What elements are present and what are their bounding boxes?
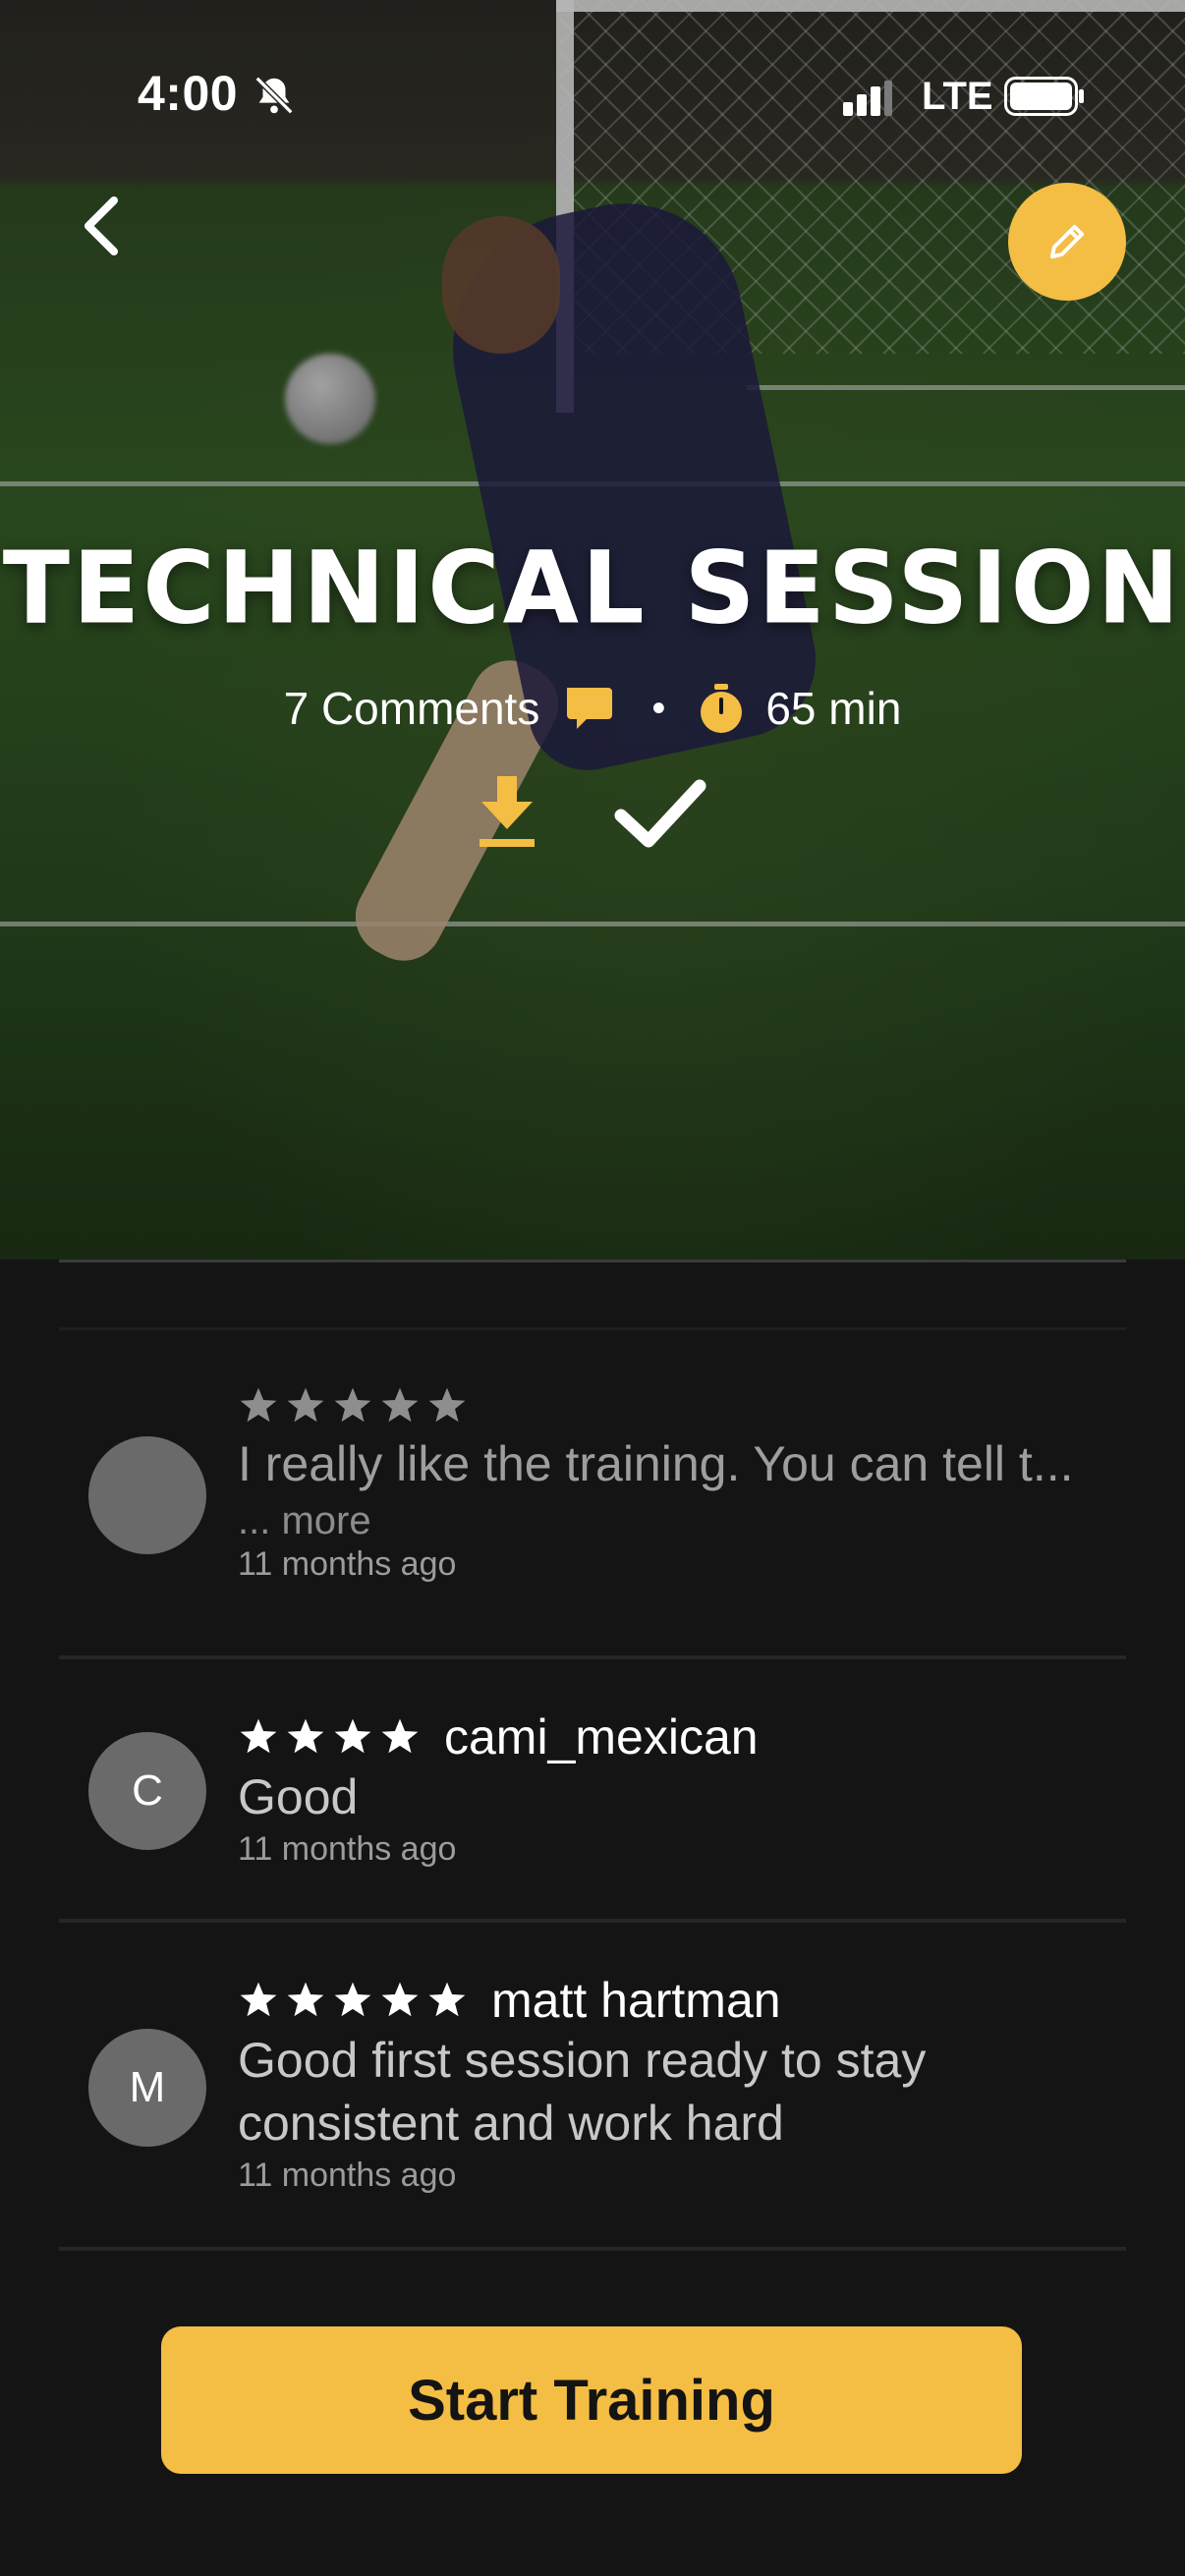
- star-icon: [428, 1982, 466, 2017]
- star-rating: [238, 1716, 421, 1758]
- star-icon: [240, 1387, 277, 1423]
- avatar: [88, 1436, 206, 1554]
- star-rating: [238, 1385, 468, 1427]
- star-icon: [381, 1982, 419, 2017]
- network-label: LTE: [922, 75, 993, 118]
- comment-icon[interactable]: [561, 682, 614, 735]
- review-text-line: consistent and work hard: [238, 2096, 784, 2151]
- review-time: 11 months ago: [238, 1545, 457, 1583]
- bell-slash-icon: [254, 76, 294, 115]
- review-time: 11 months ago: [238, 2156, 457, 2194]
- edit-button[interactable]: [1008, 183, 1126, 301]
- review-item[interactable]: C cami_mexican Good 11 months ago: [59, 1659, 1126, 1923]
- review-username[interactable]: cami_mexican: [444, 1708, 759, 1765]
- more-link[interactable]: ... more: [238, 1499, 1126, 1543]
- back-chevron-icon: [85, 196, 118, 255]
- review-item[interactable]: M matt hartman Good first session ready …: [59, 1923, 1126, 2251]
- star-icon: [334, 1982, 371, 2017]
- back-button[interactable]: [69, 187, 138, 265]
- pencil-icon: [1049, 224, 1085, 259]
- star-icon: [334, 1718, 371, 1754]
- review-text: Good: [238, 1769, 359, 1824]
- star-icon: [240, 1982, 277, 2017]
- star-rating: [238, 1980, 468, 2021]
- star-icon: [240, 1718, 277, 1754]
- review-time: 11 months ago: [238, 1830, 457, 1868]
- review-username[interactable]: matt hartman: [491, 1972, 781, 2029]
- start-training-button[interactable]: Start Training: [161, 2326, 1022, 2474]
- star-icon: [287, 1387, 324, 1423]
- comments-list: I really like the training. You can tell…: [59, 1260, 1126, 2251]
- battery-icon: [1004, 77, 1084, 116]
- comments-count[interactable]: 7 Comments: [284, 682, 540, 735]
- session-actions: [0, 776, 1185, 851]
- avatar: C: [88, 1732, 206, 1850]
- star-icon: [287, 1982, 324, 2017]
- review-text: I really like the training. You can tell…: [238, 1436, 1074, 1491]
- avatar: M: [88, 2029, 206, 2147]
- star-icon: [381, 1718, 419, 1754]
- review-item[interactable]: I really like the training. You can tell…: [59, 1330, 1126, 1659]
- review-text-line: Good first session ready to stay: [238, 2033, 927, 2088]
- checkmark-icon[interactable]: [613, 776, 707, 851]
- signal-icon: [843, 81, 892, 116]
- session-meta: 7 Comments • 65 min: [0, 682, 1185, 735]
- session-title: TECHNICAL SESSION: [2, 529, 1183, 647]
- star-icon: [381, 1387, 419, 1423]
- session-duration: 65 min: [765, 683, 902, 734]
- meta-separator: •: [651, 686, 666, 730]
- download-icon[interactable]: [478, 776, 536, 851]
- status-time: 4:00: [138, 66, 239, 121]
- training-session-screen: 4:00 LTE TECHNICAL SESSION 7 Comments • …: [0, 0, 1185, 2576]
- stopwatch-icon: [701, 684, 743, 733]
- star-icon: [428, 1387, 466, 1423]
- star-icon: [334, 1387, 371, 1423]
- list-spacer: [59, 1262, 1126, 1330]
- star-icon: [287, 1718, 324, 1754]
